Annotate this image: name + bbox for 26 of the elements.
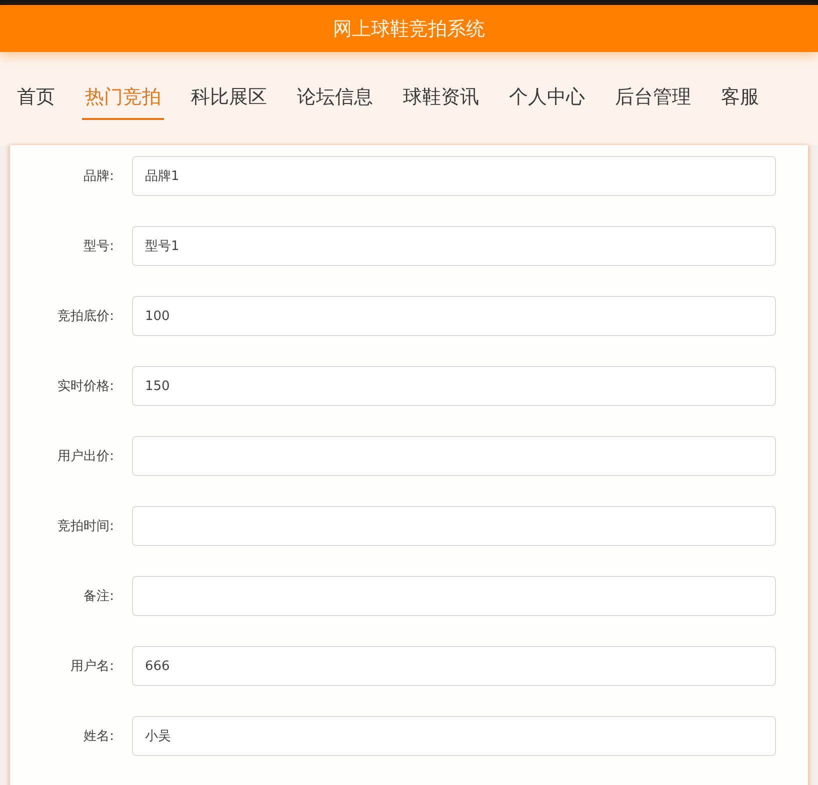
input-field[interactable]: 型号1 (132, 226, 776, 266)
field-label: 竞拍底价: (56, 308, 115, 325)
input-field[interactable]: 666 (132, 646, 776, 686)
field-label: 备注: (82, 588, 115, 605)
nav-tab[interactable]: 科比展区 (191, 78, 267, 120)
input-field[interactable] (132, 576, 776, 616)
field-label: 型号: (82, 238, 115, 255)
input-field[interactable]: 小吴 (132, 716, 776, 756)
field-label: 实时价格: (56, 378, 115, 395)
input-field[interactable]: 150 (132, 366, 776, 406)
input-field[interactable]: 品牌1 (132, 156, 776, 196)
field-label: 竞拍时间: (56, 518, 115, 535)
nav-tab[interactable]: 客服 (721, 78, 759, 120)
nav-tab[interactable]: 首页 (17, 78, 55, 120)
site-title: 网上球鞋竞拍系统 (333, 16, 485, 42)
nav-tab[interactable]: 个人中心 (509, 78, 585, 120)
field-label: 姓名: (82, 728, 115, 745)
input-field[interactable]: 100 (132, 296, 776, 336)
nav-tab[interactable]: 球鞋资讯 (403, 78, 479, 120)
field-label: 用户出价: (56, 448, 115, 465)
nav-tab[interactable]: 后台管理 (615, 78, 691, 120)
input-field[interactable] (132, 506, 776, 546)
input-field[interactable] (132, 436, 776, 476)
field-label: 用户名: (70, 658, 115, 675)
field-label: 品牌: (82, 168, 115, 185)
nav-tab[interactable]: 论坛信息 (297, 78, 373, 120)
